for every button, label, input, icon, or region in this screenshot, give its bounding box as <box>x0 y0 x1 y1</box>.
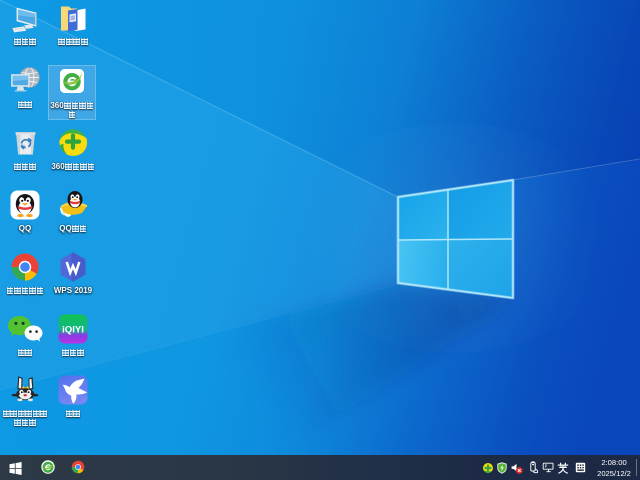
svg-text:iQIYI: iQIYI <box>62 325 84 336</box>
